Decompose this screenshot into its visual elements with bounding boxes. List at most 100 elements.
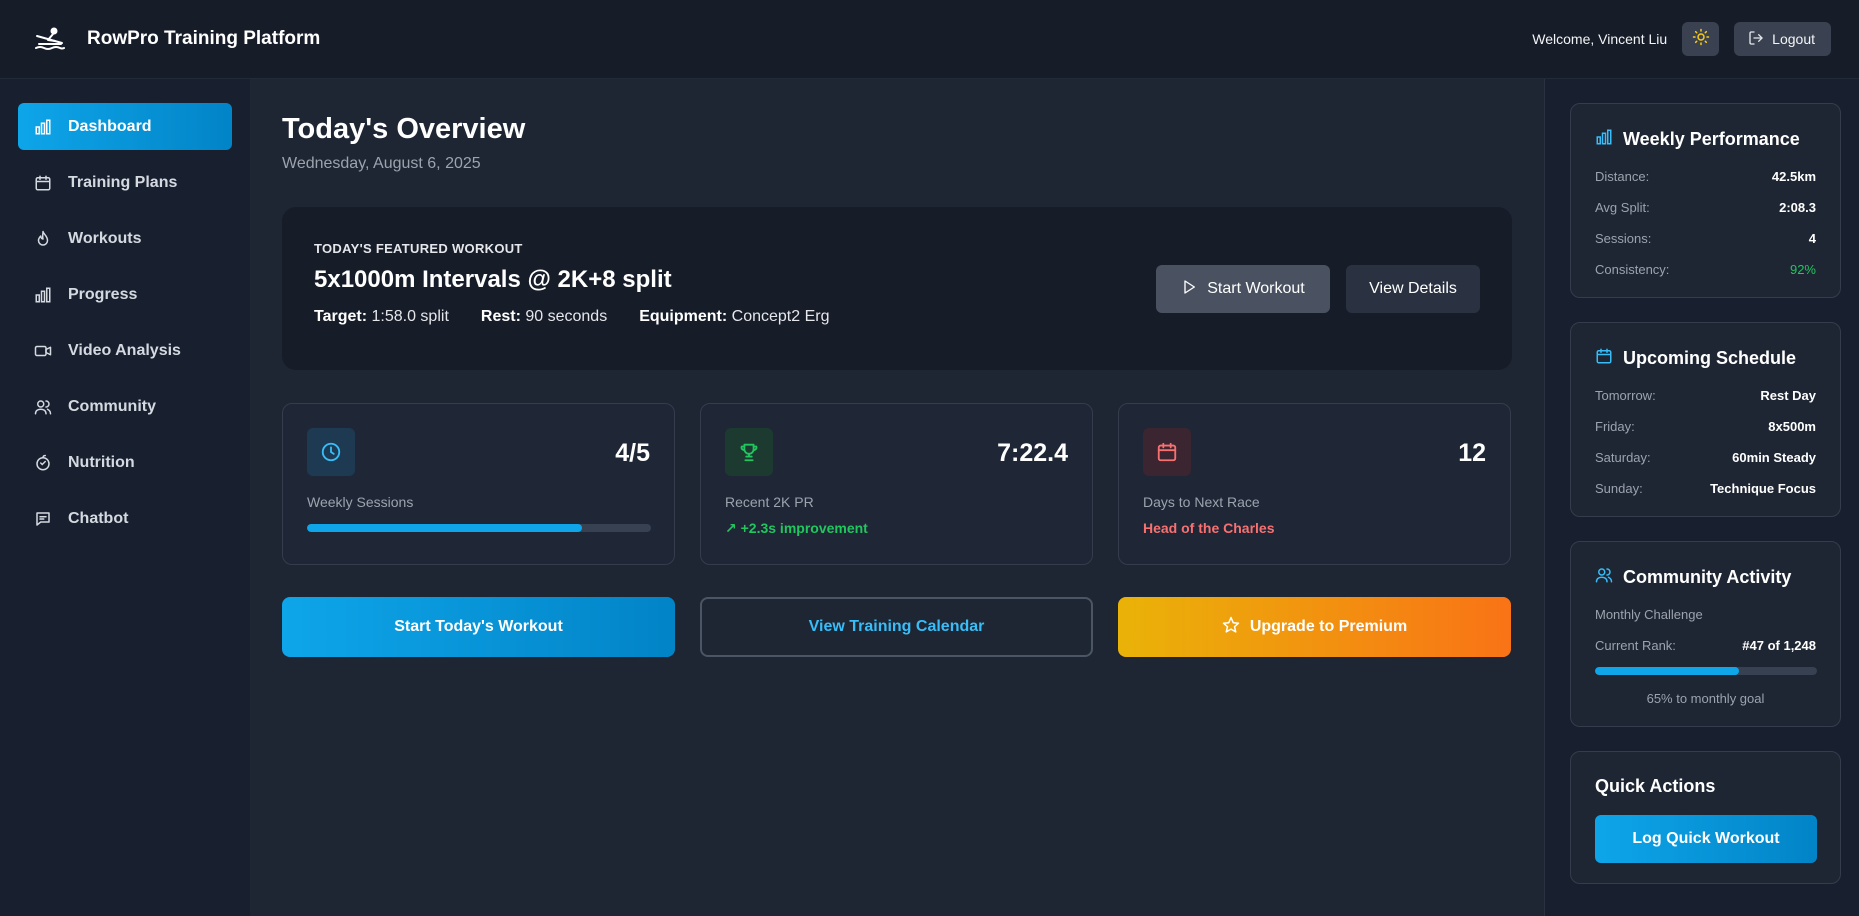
page-date: Wednesday, August 6, 2025 [282, 155, 481, 172]
sidebar: Dashboard Training Plans Workouts Progre… [0, 79, 250, 916]
schedule-day: Friday: [1595, 419, 1635, 434]
panel-title: Upcoming Schedule [1595, 347, 1816, 370]
sidebar-item-label: Video Analysis [68, 341, 181, 359]
schedule-day: Saturday: [1595, 450, 1651, 465]
schedule-row: Saturday: 60min Steady [1595, 450, 1816, 465]
sidebar-item-label: Community [68, 397, 156, 415]
panel-title-text: Community Activity [1623, 567, 1792, 587]
stat-row: Avg Split: 2:08.3 [1595, 200, 1816, 215]
theme-toggle-button[interactable] [1682, 22, 1720, 56]
actions-row: Start Today's Workout View Training Cale… [282, 597, 1511, 657]
sun-icon [1692, 28, 1710, 51]
star-icon [1222, 616, 1240, 639]
stat-value: 12 [1458, 439, 1486, 467]
schedule-row: Tomorrow: Rest Day [1595, 388, 1816, 403]
weekly-sessions-card: 4/5 Weekly Sessions [282, 403, 675, 565]
start-todays-workout-button[interactable]: Start Today's Workout [282, 597, 675, 657]
logout-icon [1748, 30, 1764, 49]
sessions-progress-bar [307, 524, 651, 532]
app-title: RowPro Training Platform [87, 28, 321, 49]
stat-key: Distance: [1595, 169, 1650, 184]
log-quick-workout-button[interactable]: Log Quick Workout [1595, 815, 1817, 863]
view-training-calendar-button[interactable]: View Training Calendar [700, 597, 1093, 657]
next-race-card: 12 Days to Next Race Head of the Charles [1118, 403, 1511, 565]
sidebar-item-label: Chatbot [68, 509, 129, 527]
challenge-progress-fill [1595, 667, 1740, 675]
header-actions: Welcome, Vincent Liu Logout [1532, 22, 1831, 56]
stat-val: 92% [1789, 262, 1816, 277]
sidebar-item-chatbot[interactable]: Chatbot [18, 495, 232, 542]
rest-meta: Rest: 90 seconds [481, 308, 607, 326]
clock-icon [307, 428, 355, 476]
race-name[interactable]: Head of the Charles [1143, 520, 1486, 536]
flame-icon [34, 230, 52, 248]
users-icon [1595, 566, 1613, 589]
equipment-value: Concept2 Erg [731, 308, 830, 325]
schedule-activity: 60min Steady [1732, 450, 1816, 465]
featured-workout-card: TODAY'S FEATURED WORKOUT 5x1000m Interva… [282, 207, 1512, 370]
rest-label: Rest: [480, 308, 521, 325]
equipment-meta: Equipment: Concept2 Erg [639, 308, 829, 326]
stat-label: Recent 2K PR [725, 494, 814, 510]
rank-value: #47 of 1,248 [1742, 638, 1816, 653]
upgrade-premium-button[interactable]: Upgrade to Premium [1118, 597, 1511, 657]
featured-kicker: TODAY'S FEATURED WORKOUT [314, 241, 523, 256]
panel-title-text: Weekly Performance [1623, 129, 1800, 149]
start-workout-button[interactable]: Start Workout [1156, 265, 1330, 313]
logout-label: Logout [1772, 31, 1815, 47]
stat-key: Sessions: [1595, 231, 1652, 246]
stat-label: Weekly Sessions [307, 494, 414, 510]
sidebar-item-community[interactable]: Community [18, 383, 232, 430]
bar-chart-icon [1595, 128, 1613, 151]
stat-row: Sessions: 4 [1595, 231, 1816, 246]
sidebar-item-dashboard[interactable]: Dashboard [18, 103, 232, 150]
sidebar-item-nutrition[interactable]: Nutrition [18, 439, 232, 486]
video-icon [34, 342, 52, 360]
view-details-button[interactable]: View Details [1346, 265, 1480, 313]
calendar-icon [1143, 428, 1191, 476]
schedule-day: Sunday: [1595, 481, 1643, 496]
stat-key: Consistency: [1595, 262, 1670, 277]
sidebar-item-training-plans[interactable]: Training Plans [18, 159, 232, 206]
weekly-performance-panel: Weekly Performance Distance: 42.5km Avg S… [1570, 103, 1841, 298]
bar-chart-icon [34, 118, 52, 136]
schedule-activity: 8x500m [1768, 419, 1816, 434]
rest-value: 90 seconds [525, 308, 608, 325]
challenge-progress-bar [1595, 667, 1817, 675]
panel-title-text: Upcoming Schedule [1623, 348, 1797, 368]
quick-actions-panel: Quick Actions Log Quick Workout [1570, 751, 1841, 884]
challenge-subtitle: Monthly Challenge [1595, 607, 1703, 622]
stat-row: Consistency: 92% [1595, 262, 1816, 277]
stat-label: Days to Next Race [1143, 494, 1260, 510]
schedule-activity: Technique Focus [1710, 481, 1816, 496]
logout-button[interactable]: Logout [1734, 22, 1831, 56]
brand[interactable]: RowPro Training Platform [33, 26, 320, 52]
target-label: Target: [314, 308, 368, 325]
play-icon [1181, 279, 1197, 300]
rank-label: Current Rank: [1595, 638, 1676, 653]
sidebar-item-progress[interactable]: Progress [18, 271, 232, 318]
stats-row: 4/5 Weekly Sessions 7:22.4 Recent 2K PR … [282, 403, 1511, 565]
featured-actions: Start Workout View Details [1156, 265, 1480, 313]
sidebar-item-label: Dashboard [68, 117, 152, 135]
chat-icon [34, 510, 52, 528]
sidebar-item-label: Training Plans [68, 173, 178, 191]
rowing-icon [33, 26, 67, 52]
stat-val: 4 [1808, 231, 1816, 246]
stat-key: Avg Split: [1595, 200, 1650, 215]
sidebar-item-label: Nutrition [68, 453, 135, 471]
recent-2k-pr-card: 7:22.4 Recent 2K PR ↗ +2.3s improvement [700, 403, 1093, 565]
sidebar-item-label: Workouts [68, 229, 142, 247]
sessions-progress-fill [307, 524, 583, 532]
sidebar-item-video-analysis[interactable]: Video Analysis [18, 327, 232, 374]
stat-val: 2:08.3 [1779, 200, 1816, 215]
apple-icon [34, 454, 52, 472]
upgrade-label: Upgrade to Premium [1249, 618, 1408, 635]
calendar-icon [34, 174, 52, 192]
stat-row: Distance: 42.5km [1595, 169, 1816, 184]
rank-row: Current Rank: #47 of 1,248 [1595, 638, 1816, 653]
schedule-row: Sunday: Technique Focus [1595, 481, 1816, 496]
calendar-icon [1595, 347, 1613, 370]
page-title: Today's Overview [282, 113, 526, 145]
sidebar-item-workouts[interactable]: Workouts [18, 215, 232, 262]
